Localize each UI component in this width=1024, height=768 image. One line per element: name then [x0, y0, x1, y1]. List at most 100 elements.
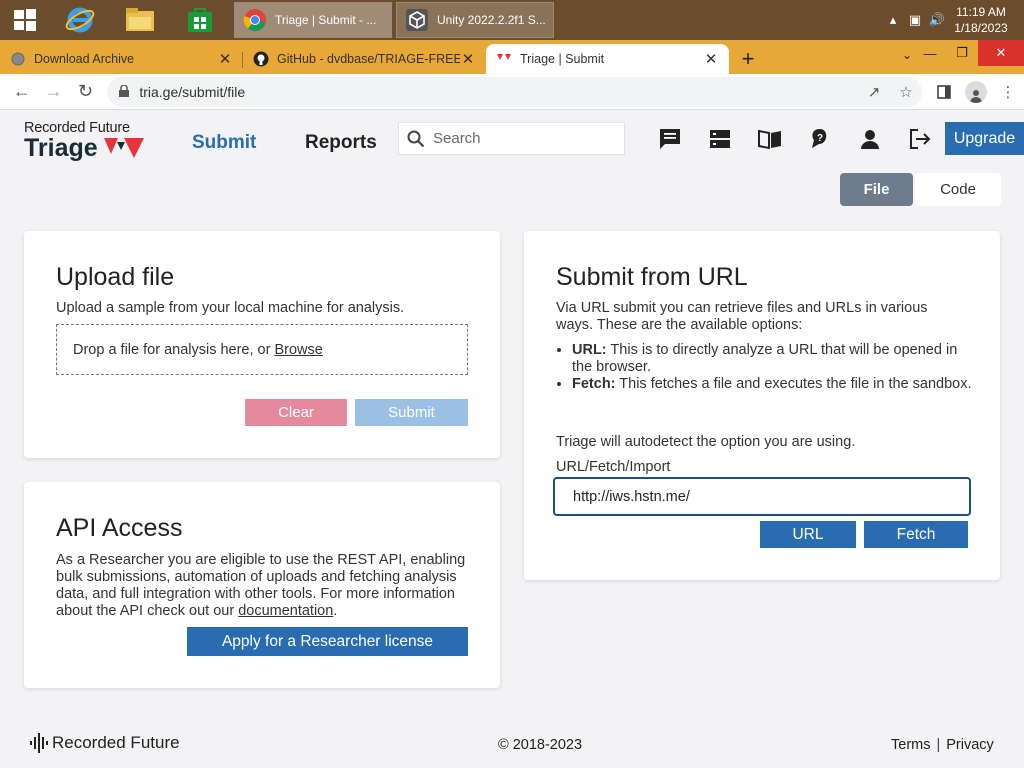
network-icon[interactable]: ▣ — [904, 12, 926, 28]
side-panel-icon[interactable] — [928, 76, 960, 108]
url-title: Submit from URL — [556, 263, 748, 291]
address-bar[interactable]: tria.ge/submit/file ↗ ☆ — [107, 76, 922, 107]
logout-icon[interactable] — [895, 124, 945, 154]
upload-description: Upload a sample from your local machine … — [56, 300, 405, 316]
browser-tab-strip: Download Archive ✕ GitHub - dvdbase/TRIA… — [0, 40, 1024, 74]
api-description-period: . — [333, 603, 338, 619]
clock-time: 11:19 AM — [956, 5, 1006, 19]
url-input[interactable]: http://iws.hstn.me/ — [553, 477, 971, 516]
taskbar-task-chrome[interactable]: Triage | Submit - ... — [234, 2, 392, 38]
github-icon — [253, 51, 269, 67]
submit-button[interactable]: Submit — [355, 399, 468, 426]
file-dropzone[interactable]: Drop a file for analysis here, or Browse — [56, 324, 468, 375]
windows-taskbar: Triage | Submit - ... Unity 2022.2.2f1 S… — [0, 0, 1024, 40]
footer-recorded-future-logo[interactable]: Recorded Future — [30, 733, 180, 753]
triage-favicon-icon — [496, 51, 512, 67]
browser-tab-download-archive[interactable]: Download Archive ✕ — [0, 44, 243, 74]
list-item: Fetch: This fetches a file and executes … — [572, 376, 972, 393]
share-icon[interactable]: ↗ — [858, 83, 890, 101]
tab-title: GitHub - dvdbase/TRIAGE-FREE- — [277, 52, 460, 66]
tab-search-chevron-icon[interactable]: ⌄ — [902, 48, 912, 62]
upload-title: Upload file — [56, 263, 175, 291]
search-input[interactable] — [433, 130, 613, 147]
option-name: URL: — [572, 342, 607, 358]
close-window-icon[interactable]: ✕ — [978, 40, 1024, 66]
help-icon[interactable]: ? — [795, 124, 845, 154]
url-field-label: URL/Fetch/Import — [556, 459, 671, 475]
toggle-file[interactable]: File — [840, 173, 913, 206]
triage-mark-icon — [103, 138, 144, 158]
back-arrow-icon[interactable]: ← — [6, 76, 38, 108]
file-explorer-icon[interactable] — [110, 0, 170, 40]
submit-mode-toggle: File Code — [840, 173, 1001, 206]
upgrade-button[interactable]: Upgrade — [945, 122, 1024, 155]
chevron-up-icon[interactable]: ▴ — [882, 12, 904, 28]
windows-start-button[interactable] — [0, 0, 50, 40]
minimize-icon[interactable]: — — [914, 40, 946, 66]
svg-text:?: ? — [817, 133, 823, 144]
lock-icon[interactable] — [119, 83, 130, 100]
api-access-card: API Access As a Researcher you are eligi… — [24, 482, 500, 688]
header-icons: ? — [645, 124, 945, 154]
clear-button[interactable]: Clear — [245, 399, 347, 426]
browse-link[interactable]: Browse — [274, 342, 322, 358]
toggle-code[interactable]: Code — [915, 173, 1001, 206]
browser-toolbar: ← → ↻ tria.ge/submit/file ↗ ☆ ⋮ — [0, 74, 1024, 110]
browser-tab-triage-submit[interactable]: Triage | Submit ✕ — [486, 44, 729, 74]
api-description: As a Researcher you are eligible to use … — [56, 552, 476, 620]
option-text: This is to directly analyze a URL that w… — [572, 342, 958, 375]
upload-file-card: Upload file Upload a sample from your lo… — [24, 231, 500, 458]
search-icon — [407, 130, 425, 147]
fetch-button[interactable]: Fetch — [864, 521, 968, 548]
documentation-link[interactable]: documentation — [238, 603, 333, 619]
close-tab-icon[interactable]: ✕ — [460, 50, 476, 68]
url-text: tria.ge/submit/file — [139, 83, 246, 100]
privacy-link[interactable]: Privacy — [946, 737, 994, 753]
taskbar-task-unity[interactable]: Unity 2022.2.2f1 S... — [396, 2, 554, 38]
microsoft-store-icon[interactable] — [170, 0, 230, 40]
recorded-future-mark-icon — [30, 733, 48, 753]
system-tray: ▴ ▣ 🔊 11:19 AM 1/18/2023 — [882, 0, 1024, 40]
option-text: This fetches a file and executes the fil… — [619, 376, 972, 392]
forward-arrow-icon[interactable]: → — [38, 76, 70, 108]
window-controls: — ❐ ✕ — [914, 40, 1024, 74]
new-tab-button[interactable]: + — [733, 44, 763, 74]
footer-separator: | — [936, 737, 941, 753]
user-icon[interactable] — [845, 124, 895, 154]
list-item: URL: This is to directly analyze a URL t… — [572, 342, 972, 376]
browser-tab-github[interactable]: GitHub - dvdbase/TRIAGE-FREE- ✕ — [243, 44, 486, 74]
bookmark-star-icon[interactable]: ☆ — [890, 83, 922, 101]
globe-icon — [10, 51, 26, 67]
footer-brand: Recorded Future — [52, 733, 180, 752]
apply-researcher-license-button[interactable]: Apply for a Researcher license — [187, 627, 468, 656]
profile-avatar-icon[interactable] — [960, 76, 992, 108]
terms-link[interactable]: Terms — [891, 737, 930, 753]
brand-name: Triage — [24, 134, 98, 162]
tab-title: Download Archive — [34, 52, 135, 66]
submit-from-url-card: Submit from URL Via URL submit you can r… — [524, 231, 1000, 580]
option-name: Fetch: — [572, 376, 616, 392]
restore-icon[interactable]: ❐ — [946, 40, 978, 66]
system-clock[interactable]: 11:19 AM 1/18/2023 — [948, 4, 1014, 36]
nav-reports[interactable]: Reports — [305, 132, 377, 154]
url-button[interactable]: URL — [760, 521, 856, 548]
unity-icon — [406, 9, 428, 31]
close-tab-icon[interactable]: ✕ — [217, 50, 233, 68]
reload-icon[interactable]: ↻ — [70, 76, 102, 108]
book-icon[interactable] — [745, 124, 795, 154]
nav-submit[interactable]: Submit — [192, 132, 256, 154]
volume-icon[interactable]: 🔊 — [926, 12, 948, 28]
windows-logo-icon — [14, 9, 36, 31]
triage-logo[interactable]: Recorded Future Triage — [24, 120, 144, 162]
chat-icon[interactable] — [645, 124, 695, 154]
server-icon[interactable] — [695, 124, 745, 154]
menu-kebab-icon[interactable]: ⋮ — [992, 76, 1024, 108]
close-tab-icon[interactable]: ✕ — [703, 50, 719, 68]
search-box[interactable] — [398, 122, 625, 155]
url-options-list: URL: This is to directly analyze a URL t… — [572, 342, 972, 393]
footer-links: Terms | Privacy — [891, 737, 994, 753]
clock-date: 1/18/2023 — [954, 21, 1008, 35]
api-title: API Access — [56, 514, 183, 542]
internet-explorer-icon[interactable] — [50, 0, 110, 40]
url-description: Via URL submit you can retrieve files an… — [556, 300, 928, 333]
